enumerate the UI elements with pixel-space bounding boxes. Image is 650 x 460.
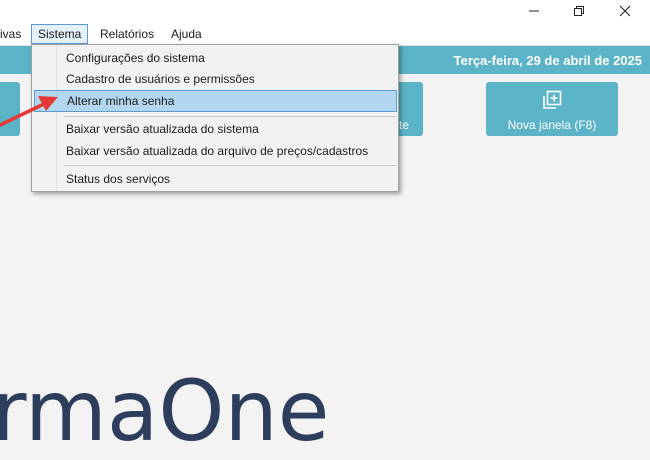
annotation-arrow-icon — [0, 96, 58, 127]
